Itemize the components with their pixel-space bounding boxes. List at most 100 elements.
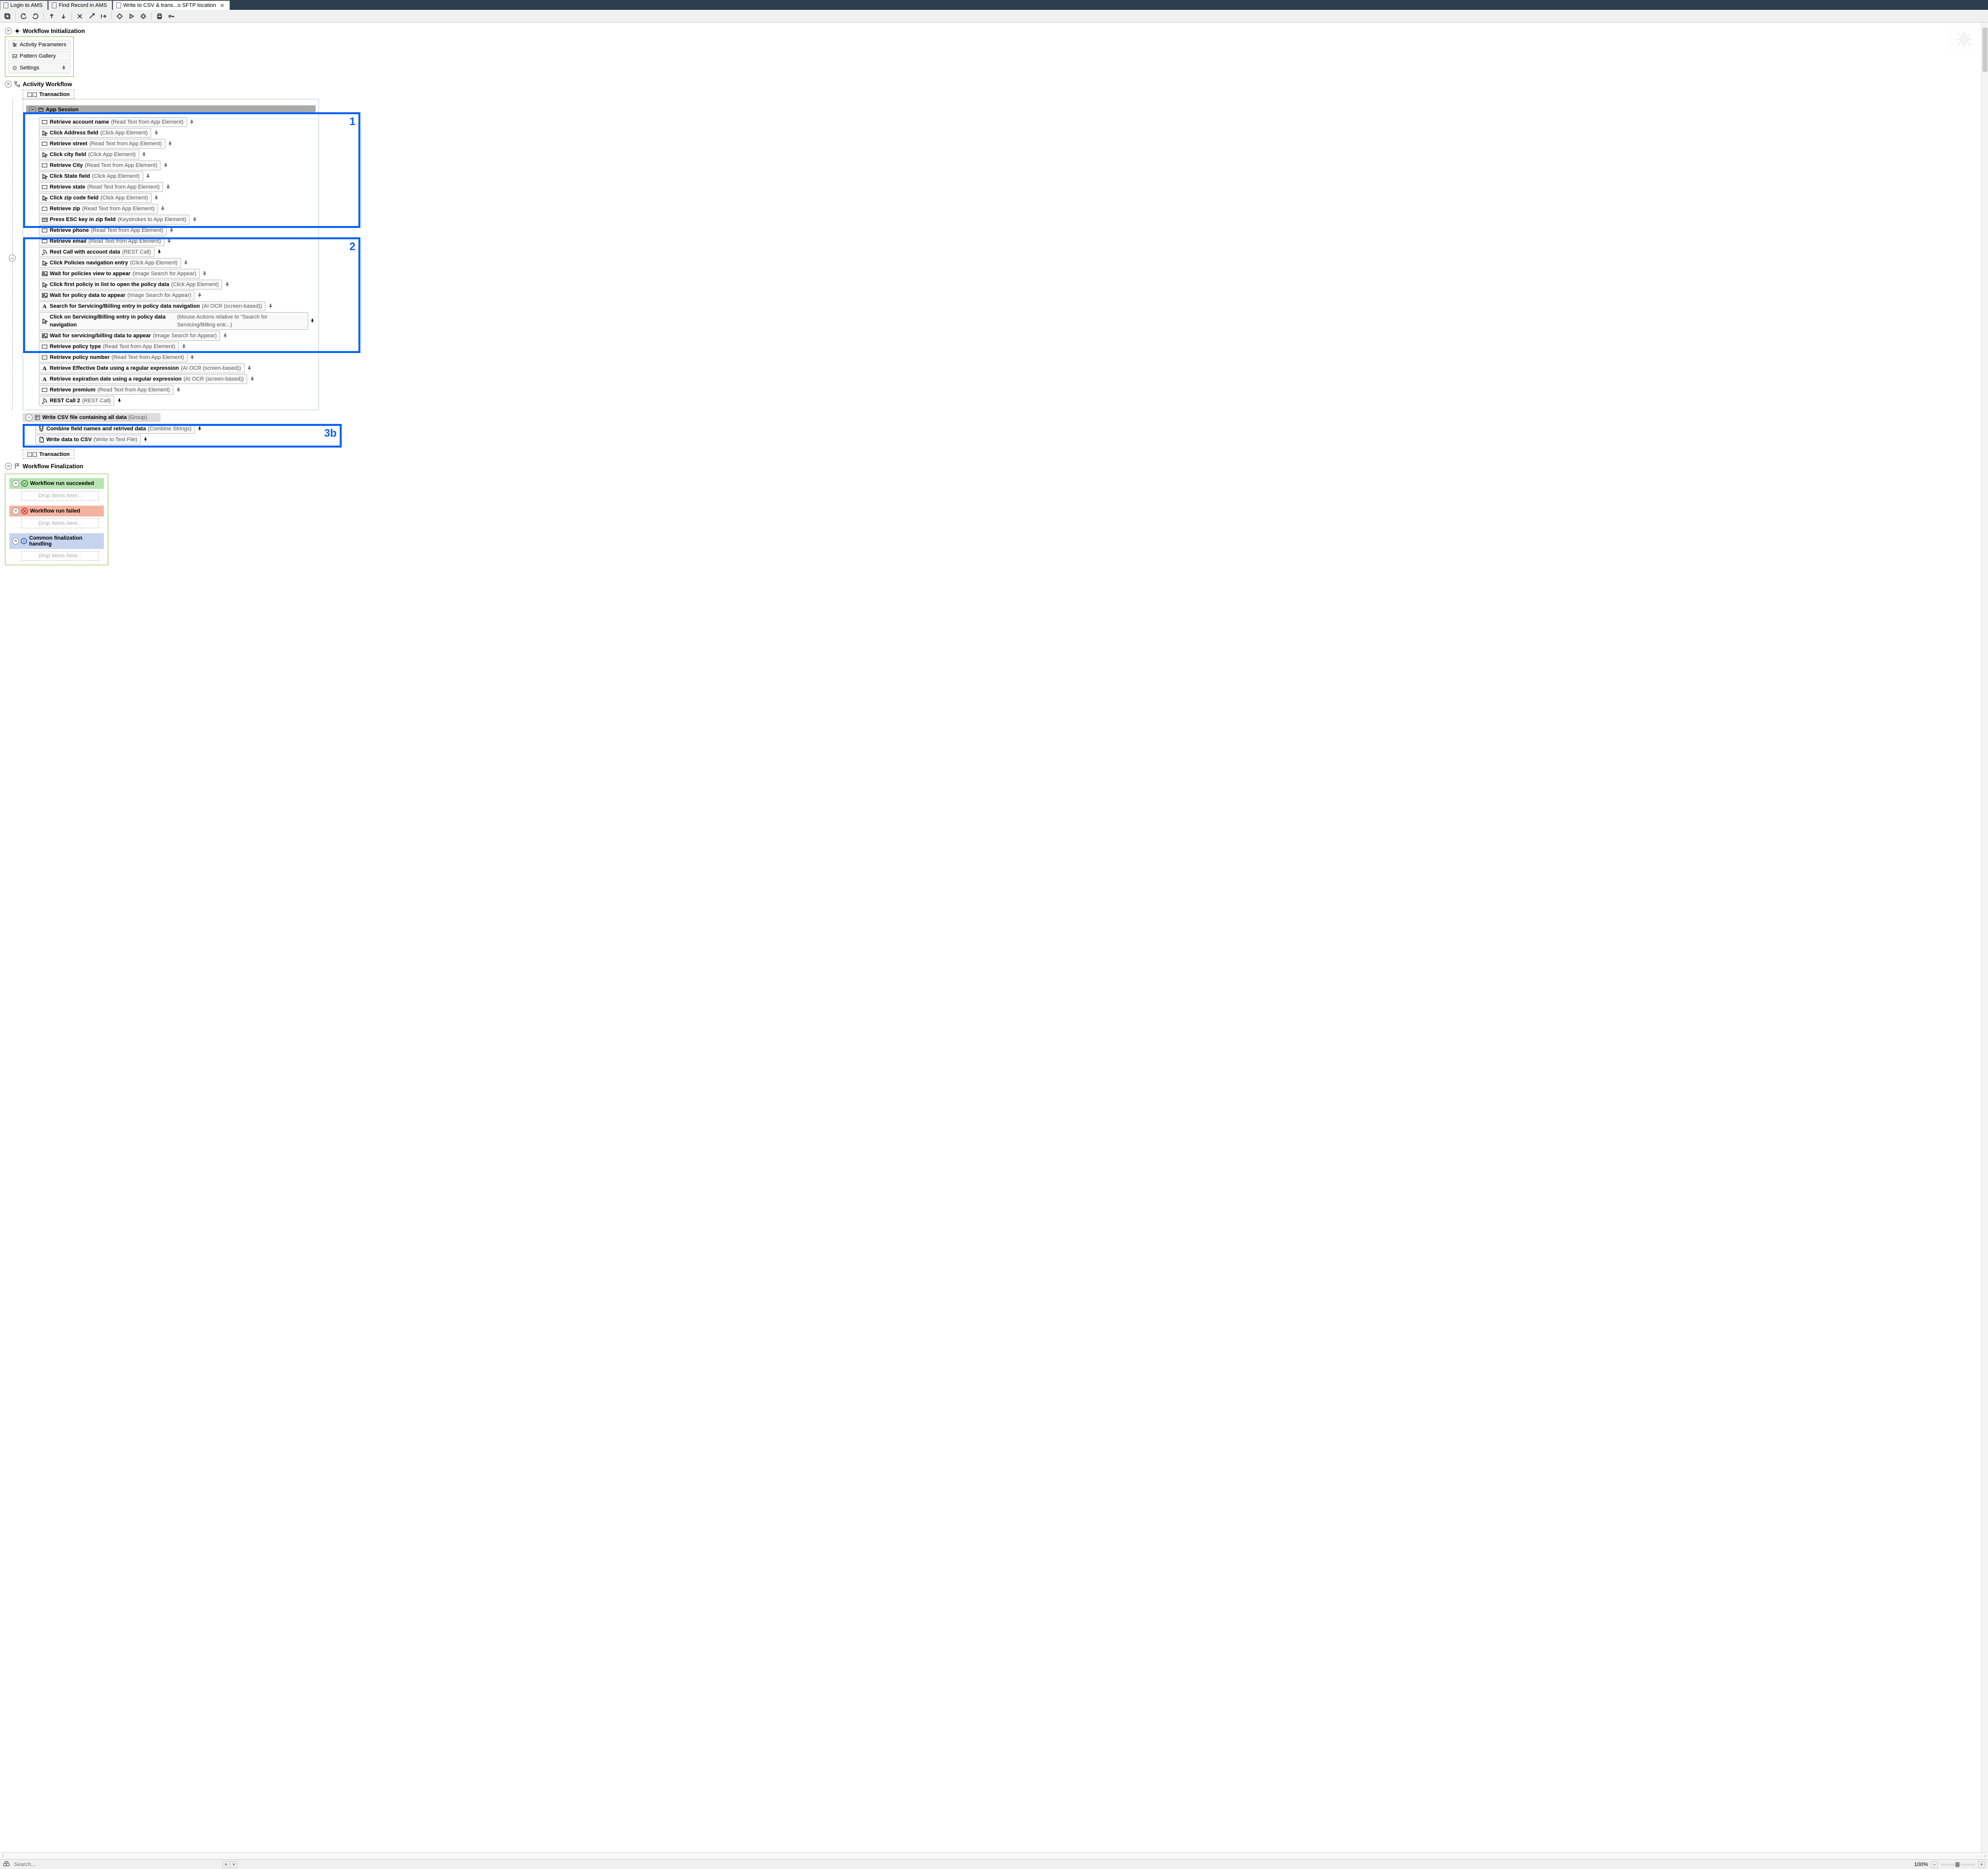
workflow-step[interactable]: Rest Call with account data (REST Call)	[39, 247, 316, 257]
pin-icon[interactable]	[141, 151, 148, 158]
pin-icon[interactable]	[222, 332, 228, 339]
workflow-step[interactable]: Click city field (Click App Element)	[39, 150, 316, 160]
workflow-step[interactable]: ARetrieve expiration date using a regula…	[39, 374, 316, 384]
pin-icon[interactable]	[142, 436, 149, 443]
app-session-header[interactable]: – App Session	[26, 105, 316, 114]
pin-icon[interactable]	[116, 397, 123, 404]
collapse-button[interactable]: –	[12, 508, 19, 515]
search-next-button[interactable]: ˅	[230, 1861, 237, 1868]
workflow-step[interactable]: Retrieve email (Read Text from App Eleme…	[39, 236, 316, 246]
pin-icon[interactable]	[246, 365, 253, 372]
workflow-step[interactable]: Retrieve zip (Read Text from App Element…	[39, 204, 316, 214]
horizontal-scrollbar[interactable]: ‹ ›	[0, 1852, 1988, 1859]
final-head-common[interactable]: – Common finalization handling	[9, 533, 104, 549]
workflow-step[interactable]: Retrieve state (Read Text from App Eleme…	[39, 182, 316, 192]
pin-icon[interactable]	[164, 184, 171, 191]
workflow-step[interactable]: Retrieve policy number (Read Text from A…	[39, 353, 316, 362]
activity-parameters-button[interactable]: Activity Parameters	[8, 40, 70, 50]
upload-button[interactable]	[46, 11, 57, 21]
pin-icon[interactable]	[189, 354, 196, 361]
collapse-button[interactable]: –	[12, 538, 19, 545]
workflow-step[interactable]: Wait for policies view to appear (Image …	[39, 269, 316, 279]
pin-icon[interactable]	[183, 259, 190, 266]
scroll-right-icon[interactable]: ›	[1985, 1853, 1986, 1859]
collapse-button[interactable]: –	[12, 480, 19, 487]
collapse-button[interactable]: –	[5, 28, 12, 34]
search-input[interactable]	[13, 1861, 220, 1868]
zoom-slider[interactable]	[1941, 1864, 1975, 1866]
key-button[interactable]	[166, 11, 177, 21]
pin-icon[interactable]	[196, 292, 203, 299]
workflow-step[interactable]: Click zip code field (Click App Element)	[39, 193, 316, 203]
undo-button[interactable]	[18, 11, 29, 21]
breakpoint-button[interactable]	[114, 11, 125, 21]
play-button[interactable]	[126, 11, 137, 21]
zoom-out-button[interactable]: –	[1931, 1861, 1938, 1868]
csv-group-header[interactable]: – Write CSV file containing all data (Gr…	[23, 413, 160, 422]
search-field[interactable]	[13, 1861, 220, 1868]
pin-icon[interactable]	[191, 216, 198, 223]
pin-icon[interactable]	[167, 140, 174, 147]
print-button[interactable]	[154, 11, 165, 21]
pin-icon[interactable]	[166, 238, 173, 245]
pin-icon[interactable]	[175, 387, 182, 393]
pin-icon[interactable]	[249, 376, 256, 383]
workflow-step[interactable]: Retrieve premium (Read Text from App Ele…	[39, 385, 316, 395]
collapse-button[interactable]: –	[26, 414, 32, 421]
workflow-step[interactable]: ARetrieve Effective Date using a regular…	[39, 363, 316, 373]
collapse-button[interactable]: –	[5, 463, 12, 470]
workflow-step[interactable]: Combine field names and retrived data (C…	[35, 424, 1983, 434]
pin-icon[interactable]	[153, 194, 160, 201]
drop-zone[interactable]: Drop Items here...	[21, 551, 99, 561]
pin-icon[interactable]	[224, 281, 230, 288]
pin-icon[interactable]	[310, 318, 316, 324]
zoom-in-button[interactable]: +	[1978, 1861, 1985, 1868]
step-button[interactable]	[98, 11, 109, 21]
collapse-button[interactable]: –	[29, 106, 36, 113]
workflow-step[interactable]: Retrieve City (Read Text from App Elemen…	[39, 161, 316, 170]
workflow-step[interactable]: Click on Servicing/Billing entry in poli…	[39, 312, 316, 330]
workflow-step[interactable]: Click Policies navigation entry (Click A…	[39, 258, 316, 268]
transaction-start[interactable]: ⬚⬚ Transaction	[23, 90, 74, 99]
pin-icon[interactable]	[189, 119, 195, 126]
workflow-step[interactable]: Retrieve account name (Read Text from Ap…	[39, 117, 316, 127]
pin-icon[interactable]	[162, 162, 169, 169]
pin-icon[interactable]	[267, 303, 274, 310]
workflow-step[interactable]: Retrieve phone (Read Text from App Eleme…	[39, 226, 316, 235]
final-head-succeeded[interactable]: – Workflow run succeeded	[9, 478, 104, 489]
search-prev-button[interactable]: ˄	[223, 1861, 229, 1868]
workflow-step[interactable]: Retrieve policy type (Read Text from App…	[39, 342, 316, 352]
binoculars-icon[interactable]	[3, 1860, 10, 1869]
pin-icon[interactable]	[156, 249, 163, 256]
drop-zone[interactable]: Drop Items here...	[21, 491, 99, 501]
workflow-step[interactable]: Write data to CSV (Write to Text File)	[35, 435, 1983, 445]
pattern-gallery-button[interactable]: Pattern Gallery	[8, 51, 70, 61]
canvas-scroll[interactable]: – Workflow Initialization Activity Param…	[0, 23, 1988, 1852]
wand-button[interactable]	[86, 11, 97, 21]
copy-button[interactable]	[2, 11, 13, 21]
pin-icon[interactable]	[180, 343, 187, 350]
workflow-step[interactable]: Click Address field (Click App Element)	[39, 128, 316, 138]
workflow-step[interactable]: Click State field (Click App Element)	[39, 171, 316, 181]
tab-find-record[interactable]: Find Record in AMS	[48, 0, 112, 10]
scroll-left-icon[interactable]: ‹	[2, 1853, 3, 1859]
drop-zone[interactable]: Drop Items here...	[21, 518, 99, 528]
tab-write-csv[interactable]: Write to CSV & trans...o SFTP location ✕	[113, 0, 230, 10]
settings-button[interactable]: Settings	[8, 63, 70, 73]
pin-icon[interactable]	[196, 425, 203, 432]
tab-login-ams[interactable]: Login to AMS	[0, 0, 48, 10]
pin-icon[interactable]	[60, 64, 67, 71]
pin-icon[interactable]	[160, 205, 166, 212]
close-tab-icon[interactable]: ✕	[220, 2, 224, 9]
collapse-button[interactable]: –	[5, 81, 12, 88]
workflow-step[interactable]: Wait for policy data to appear (Image Se…	[39, 290, 316, 300]
pin-icon[interactable]	[145, 173, 152, 180]
pin-icon[interactable]	[168, 227, 175, 234]
workflow-step[interactable]: ASearch for Servicing/Billing entry in p…	[39, 301, 316, 311]
workflow-step[interactable]: Press ESC key in zip field (Keystrokes t…	[39, 215, 316, 225]
pin-icon[interactable]	[201, 270, 208, 277]
download-button[interactable]	[58, 11, 69, 21]
workflow-step[interactable]: Click first policiy in list to open the …	[39, 280, 316, 290]
workflow-step[interactable]: REST Call 2 (REST Call)	[39, 396, 316, 406]
workflow-step[interactable]: Retrieve street (Read Text from App Elem…	[39, 139, 316, 149]
